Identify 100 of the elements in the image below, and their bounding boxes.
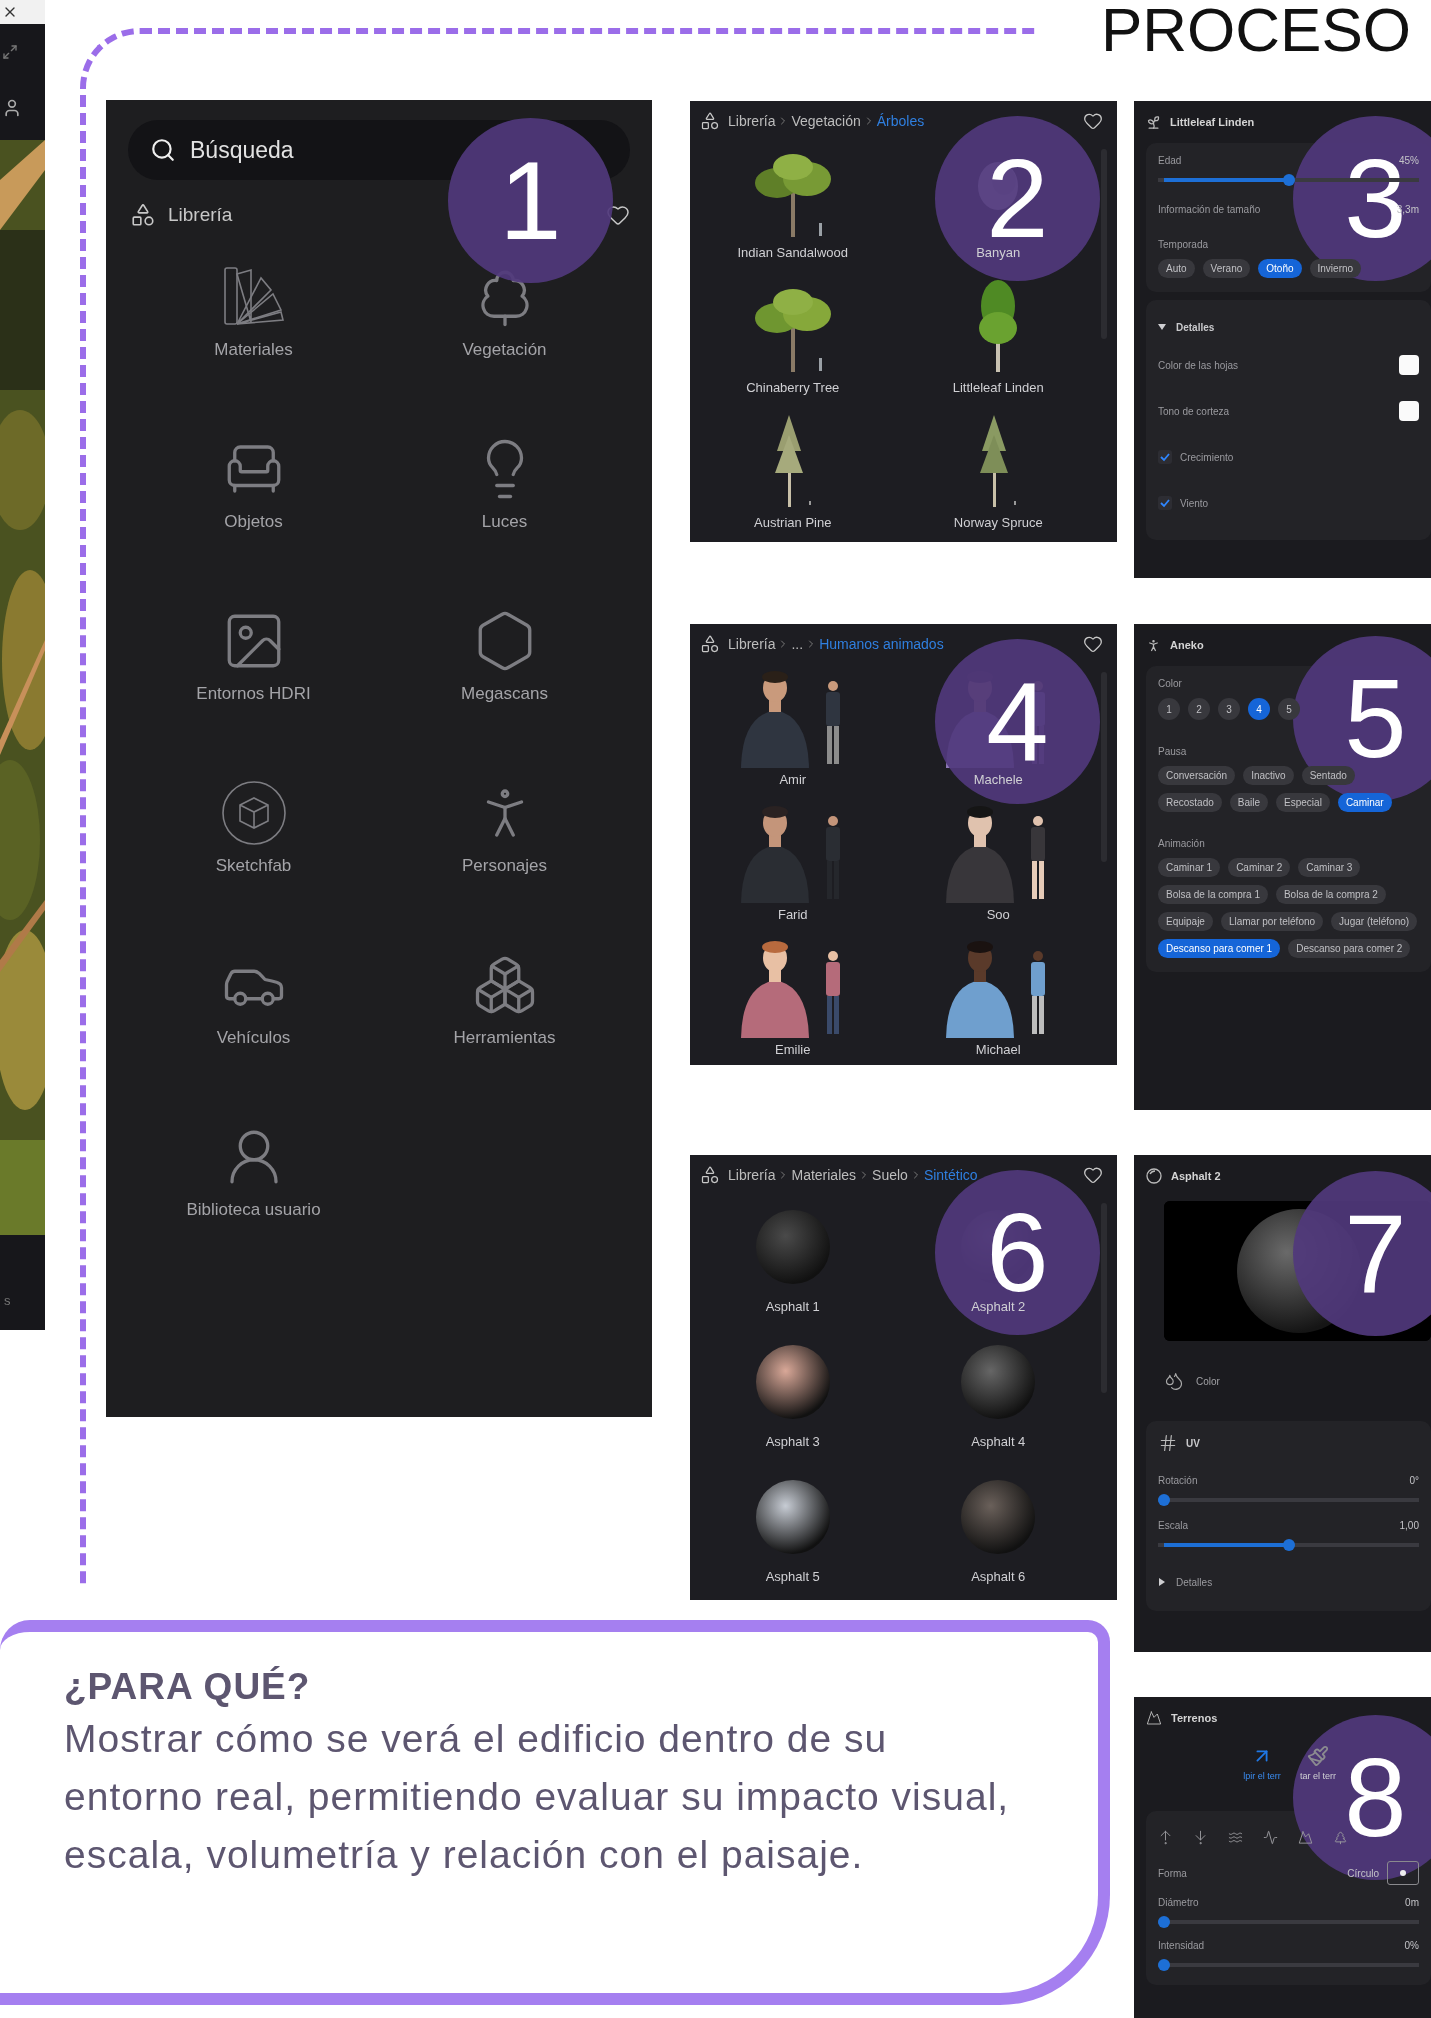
option-chip[interactable]: Bolsa de la compra 2 — [1275, 885, 1386, 904]
color-swatch[interactable] — [1399, 401, 1419, 421]
option-chip[interactable]: 3 — [1218, 698, 1240, 720]
category-label[interactable]: Luces — [481, 512, 528, 532]
color-swatch[interactable] — [1399, 355, 1419, 375]
item-label[interactable]: Banyan — [976, 245, 1021, 260]
option-chip[interactable]: Caminar — [1337, 793, 1392, 812]
option-chip[interactable]: Caminar 1 — [1158, 858, 1221, 877]
pine-tree-icon[interactable] — [1333, 1829, 1348, 1845]
category-label[interactable]: Herramientas — [453, 1028, 556, 1048]
field-label: Temporada — [1158, 239, 1210, 250]
field-value: 0% — [1404, 1940, 1419, 1951]
item-label[interactable]: Soo — [986, 907, 1010, 922]
item-label[interactable]: Indian Sandalwood — [737, 245, 849, 260]
item-label[interactable]: Asphalt 3 — [765, 1434, 820, 1449]
option-chip[interactable]: 1 — [1158, 698, 1180, 720]
cube-in-circle-icon — [220, 780, 287, 846]
heart-icon[interactable] — [1083, 111, 1103, 131]
option-chip[interactable]: Conversación — [1158, 766, 1236, 785]
number-badge: 1 — [448, 118, 613, 283]
item-label[interactable]: Asphalt 1 — [765, 1299, 820, 1314]
group-label: Pausa — [1158, 746, 1188, 757]
option-chip[interactable]: Caminar 2 — [1228, 858, 1291, 877]
field-value: Círculo — [1347, 1867, 1379, 1879]
user-icon[interactable] — [2, 98, 22, 118]
option-chip[interactable]: Caminar 3 — [1298, 858, 1361, 877]
scrollbar[interactable] — [1101, 1203, 1107, 1393]
checkbox[interactable] — [1158, 450, 1172, 464]
breadcrumb-current[interactable]: Sintético — [923, 1167, 978, 1183]
option-chip[interactable]: Especial — [1276, 793, 1330, 812]
slider-thumb[interactable] — [1282, 1539, 1295, 1551]
arrow-down-icon[interactable] — [1193, 1829, 1208, 1845]
panel-title: Terrenos — [1171, 1712, 1218, 1724]
category-label[interactable]: Personajes — [461, 856, 548, 876]
item-label[interactable]: Chinaberry Tree — [746, 380, 840, 395]
option-chip[interactable]: Llamar por teléfono — [1220, 912, 1324, 931]
season-chip[interactable]: Auto — [1158, 259, 1195, 278]
breadcrumb-link[interactable]: Librería — [728, 636, 776, 652]
scrollbar[interactable] — [1101, 672, 1107, 862]
option-chip[interactable]: Equipaje — [1158, 912, 1213, 931]
breadcrumb-link[interactable]: ... — [791, 636, 804, 652]
category-label[interactable]: Objetos — [224, 512, 283, 532]
option-chip[interactable]: Inactivo — [1243, 766, 1294, 785]
breadcrumb-current[interactable]: Árboles — [876, 113, 925, 129]
option-chip[interactable]: Descanso para comer 2 — [1288, 939, 1411, 958]
category-label[interactable]: Vegetación — [462, 340, 547, 360]
season-chip[interactable]: Otoño — [1258, 259, 1302, 278]
breadcrumb-link[interactable]: Librería — [728, 1167, 776, 1183]
breadcrumb-link[interactable]: Suelo — [872, 1167, 908, 1183]
item-label[interactable]: Austrian Pine — [754, 515, 832, 530]
caret-icon[interactable] — [1158, 1578, 1166, 1586]
mode-button[interactable]: lpir el terr — [1234, 1745, 1290, 1781]
season-chip[interactable]: Verano — [1202, 259, 1251, 278]
option-chip[interactable]: Jugar (teléfono) — [1331, 912, 1418, 931]
mountain-icon[interactable] — [1298, 1829, 1313, 1845]
item-label[interactable]: Amir — [779, 772, 807, 787]
item-label[interactable]: Machele — [973, 772, 1023, 787]
item-label[interactable]: Asphalt 5 — [765, 1569, 820, 1584]
item-label[interactable]: Asphalt 2 — [971, 1299, 1026, 1314]
category-label[interactable]: Sketchfab — [215, 856, 292, 876]
category-label[interactable]: Biblioteca usuario — [186, 1200, 321, 1220]
option-chip[interactable]: Bolsa de la compra 1 — [1158, 885, 1268, 904]
item-label[interactable]: Michael — [975, 1042, 1021, 1057]
category-label[interactable]: Megascans — [461, 684, 548, 704]
caret-icon[interactable] — [1158, 323, 1166, 331]
option-chip[interactable]: 5 — [1278, 698, 1300, 720]
option-chip[interactable]: Descanso para comer 1 — [1158, 939, 1281, 958]
item-label[interactable]: Norway Spruce — [953, 515, 1043, 530]
breadcrumb-link[interactable]: Vegetación — [791, 113, 861, 129]
heart-icon[interactable] — [1083, 634, 1103, 654]
option-chip[interactable]: Recostado — [1158, 793, 1222, 812]
arrow-up-icon[interactable] — [1158, 1829, 1173, 1845]
panel-title: Aneko — [1170, 639, 1204, 651]
expand-icon[interactable] — [2, 44, 18, 60]
option-chip[interactable]: Sentado — [1301, 766, 1355, 785]
category-label[interactable]: Vehículos — [216, 1028, 291, 1048]
option-chip[interactable]: 2 — [1188, 698, 1210, 720]
option-chip[interactable]: Baile — [1229, 793, 1269, 812]
zigzag-icon[interactable] — [1263, 1829, 1278, 1845]
item-label[interactable]: Emilie — [775, 1042, 811, 1057]
slider-thumb[interactable] — [1158, 1959, 1170, 1971]
item-label[interactable]: Farid — [777, 907, 808, 922]
breadcrumb-link[interactable]: Materiales — [791, 1167, 857, 1183]
mode-button[interactable]: tar el terr — [1290, 1745, 1346, 1781]
item-label[interactable]: Asphalt 6 — [971, 1569, 1026, 1584]
checkbox[interactable] — [1158, 496, 1172, 510]
slider-thumb[interactable] — [1282, 174, 1295, 186]
search-icon — [150, 137, 176, 163]
season-chip[interactable]: Invierno — [1309, 259, 1362, 278]
heart-icon[interactable] — [1083, 1165, 1103, 1185]
scrollbar[interactable] — [1101, 149, 1107, 339]
item-label[interactable]: Asphalt 4 — [971, 1434, 1026, 1449]
item-label[interactable]: Littleleaf Linden — [952, 380, 1044, 395]
category-label[interactable]: Entornos HDRI — [196, 684, 311, 704]
breadcrumb-link[interactable]: Librería — [728, 113, 776, 129]
slider-thumb[interactable] — [1158, 1916, 1170, 1928]
slider-thumb[interactable] — [1158, 1494, 1170, 1506]
breadcrumb-current[interactable]: Humanos animados — [819, 636, 944, 652]
category-label[interactable]: Materiales — [214, 340, 293, 360]
option-chip[interactable]: 4 — [1248, 698, 1270, 720]
